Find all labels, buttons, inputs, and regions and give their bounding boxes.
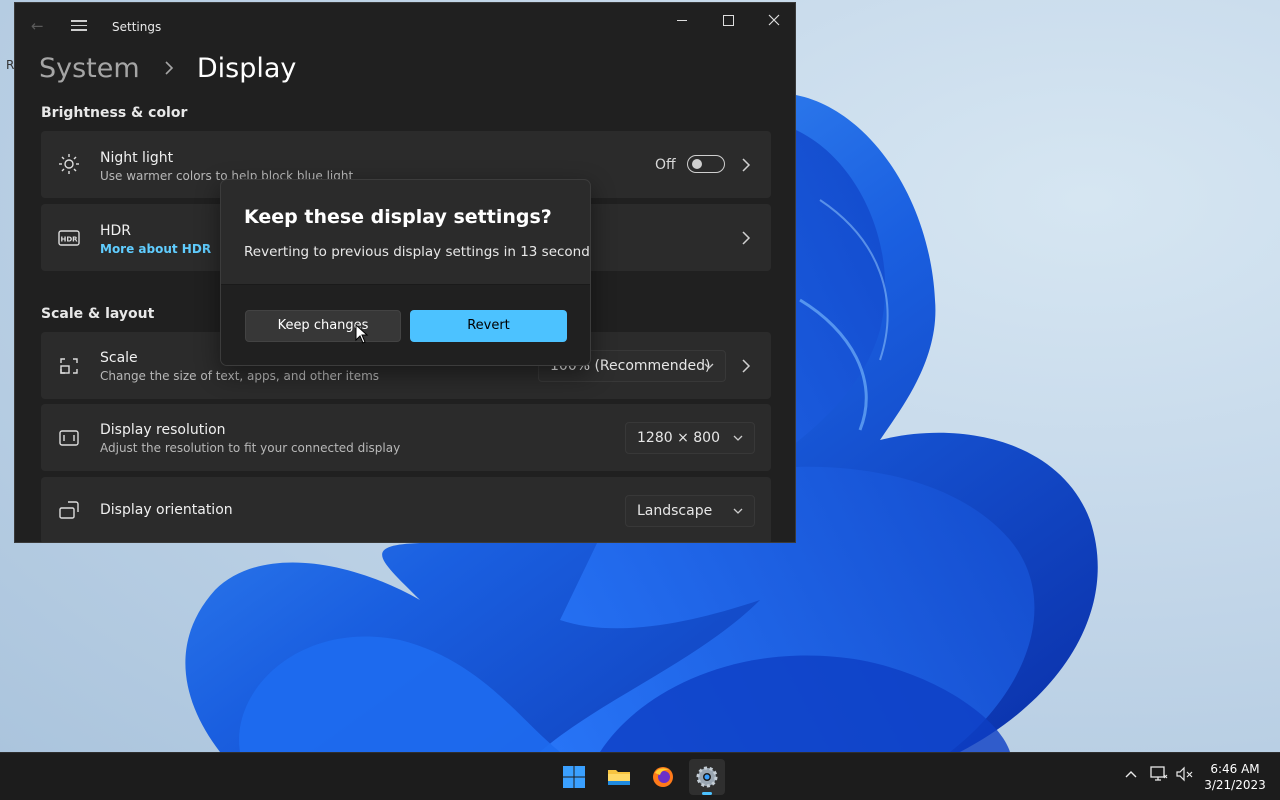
start-button[interactable] xyxy=(556,759,592,795)
chevron-down-icon xyxy=(733,508,743,514)
chevron-right-icon xyxy=(742,359,751,373)
settings-icon xyxy=(696,766,718,788)
display-resolution-subtitle: Adjust the resolution to fit your connec… xyxy=(100,441,401,455)
revert-button[interactable]: Revert xyxy=(410,310,567,342)
keep-changes-button[interactable]: Keep changes xyxy=(245,310,401,342)
clock-date: 3/21/2023 xyxy=(1204,778,1266,792)
maximize-button[interactable] xyxy=(705,3,751,37)
scale-title: Scale xyxy=(100,350,138,366)
chevron-right-icon xyxy=(164,50,174,90)
resolution-value: 1280 × 800 xyxy=(637,430,720,446)
hdr-icon: HDR xyxy=(58,230,80,246)
file-explorer-button[interactable] xyxy=(601,759,637,795)
night-light-title: Night light xyxy=(100,150,174,166)
display-resolution-card: Display resolution Adjust the resolution… xyxy=(41,404,771,471)
chevron-right-icon xyxy=(742,158,751,172)
hdr-title: HDR xyxy=(100,223,132,239)
svg-text:HDR: HDR xyxy=(60,236,78,244)
chevron-right-icon xyxy=(742,231,751,245)
minimize-icon xyxy=(677,19,687,21)
more-about-hdr-link[interactable]: More about HDR xyxy=(100,242,211,256)
resolution-dropdown[interactable]: 1280 × 800 xyxy=(625,422,755,454)
chevron-down-icon xyxy=(733,435,743,441)
settings-taskbar-button[interactable] xyxy=(689,759,725,795)
taskbar: 6:46 AM 3/21/2023 xyxy=(0,752,1280,800)
dialog-title: Keep these display settings? xyxy=(244,206,552,228)
start-icon xyxy=(563,766,585,788)
file-explorer-icon xyxy=(608,770,630,785)
minimize-button[interactable] xyxy=(659,3,705,37)
orientation-icon xyxy=(59,501,79,519)
hamburger-menu-icon[interactable] xyxy=(71,17,87,31)
keep-settings-dialog: Keep these display settings? Reverting t… xyxy=(220,179,591,366)
orientation-dropdown[interactable]: Landscape xyxy=(625,495,755,527)
window-title: Settings xyxy=(112,20,162,34)
display-orientation-title: Display orientation xyxy=(100,502,233,518)
chevron-up-icon[interactable] xyxy=(1124,767,1138,781)
chevron-down-icon xyxy=(704,363,714,369)
dialog-message: Reverting to previous display settings i… xyxy=(244,244,591,260)
mouse-cursor-icon xyxy=(355,324,369,344)
firefox-icon xyxy=(653,767,673,787)
night-light-state: Off xyxy=(655,157,676,173)
section-scale-layout: Scale & layout xyxy=(41,306,155,322)
firefox-button[interactable] xyxy=(645,759,681,795)
close-button[interactable] xyxy=(751,3,795,37)
night-light-toggle[interactable] xyxy=(687,155,725,173)
close-icon xyxy=(768,14,780,26)
orientation-value: Landscape xyxy=(637,503,713,519)
scale-icon xyxy=(60,358,78,374)
scale-subtitle: Change the size of text, apps, and other… xyxy=(100,369,380,383)
section-brightness-color: Brightness & color xyxy=(41,105,188,121)
clock-time: 6:46 AM xyxy=(1210,762,1260,776)
sun-icon xyxy=(59,154,79,174)
display-orientation-card: Display orientation Landscape xyxy=(41,477,771,542)
display-resolution-title: Display resolution xyxy=(100,422,226,438)
network-icon[interactable] xyxy=(1150,766,1168,782)
volume-muted-icon[interactable] xyxy=(1176,766,1194,782)
taskbar-clock[interactable]: 6:46 AM 3/21/2023 xyxy=(1200,761,1270,793)
maximize-icon xyxy=(722,14,734,26)
title-bar: ← Settings xyxy=(15,3,795,49)
active-app-indicator xyxy=(702,792,712,795)
breadcrumb: System Display xyxy=(39,49,296,89)
dialog-footer: Keep changes Revert xyxy=(221,284,590,365)
back-arrow-icon[interactable]: ← xyxy=(31,17,47,35)
resolution-icon xyxy=(59,430,79,446)
breadcrumb-system[interactable]: System xyxy=(39,53,140,84)
breadcrumb-display: Display xyxy=(196,53,297,84)
